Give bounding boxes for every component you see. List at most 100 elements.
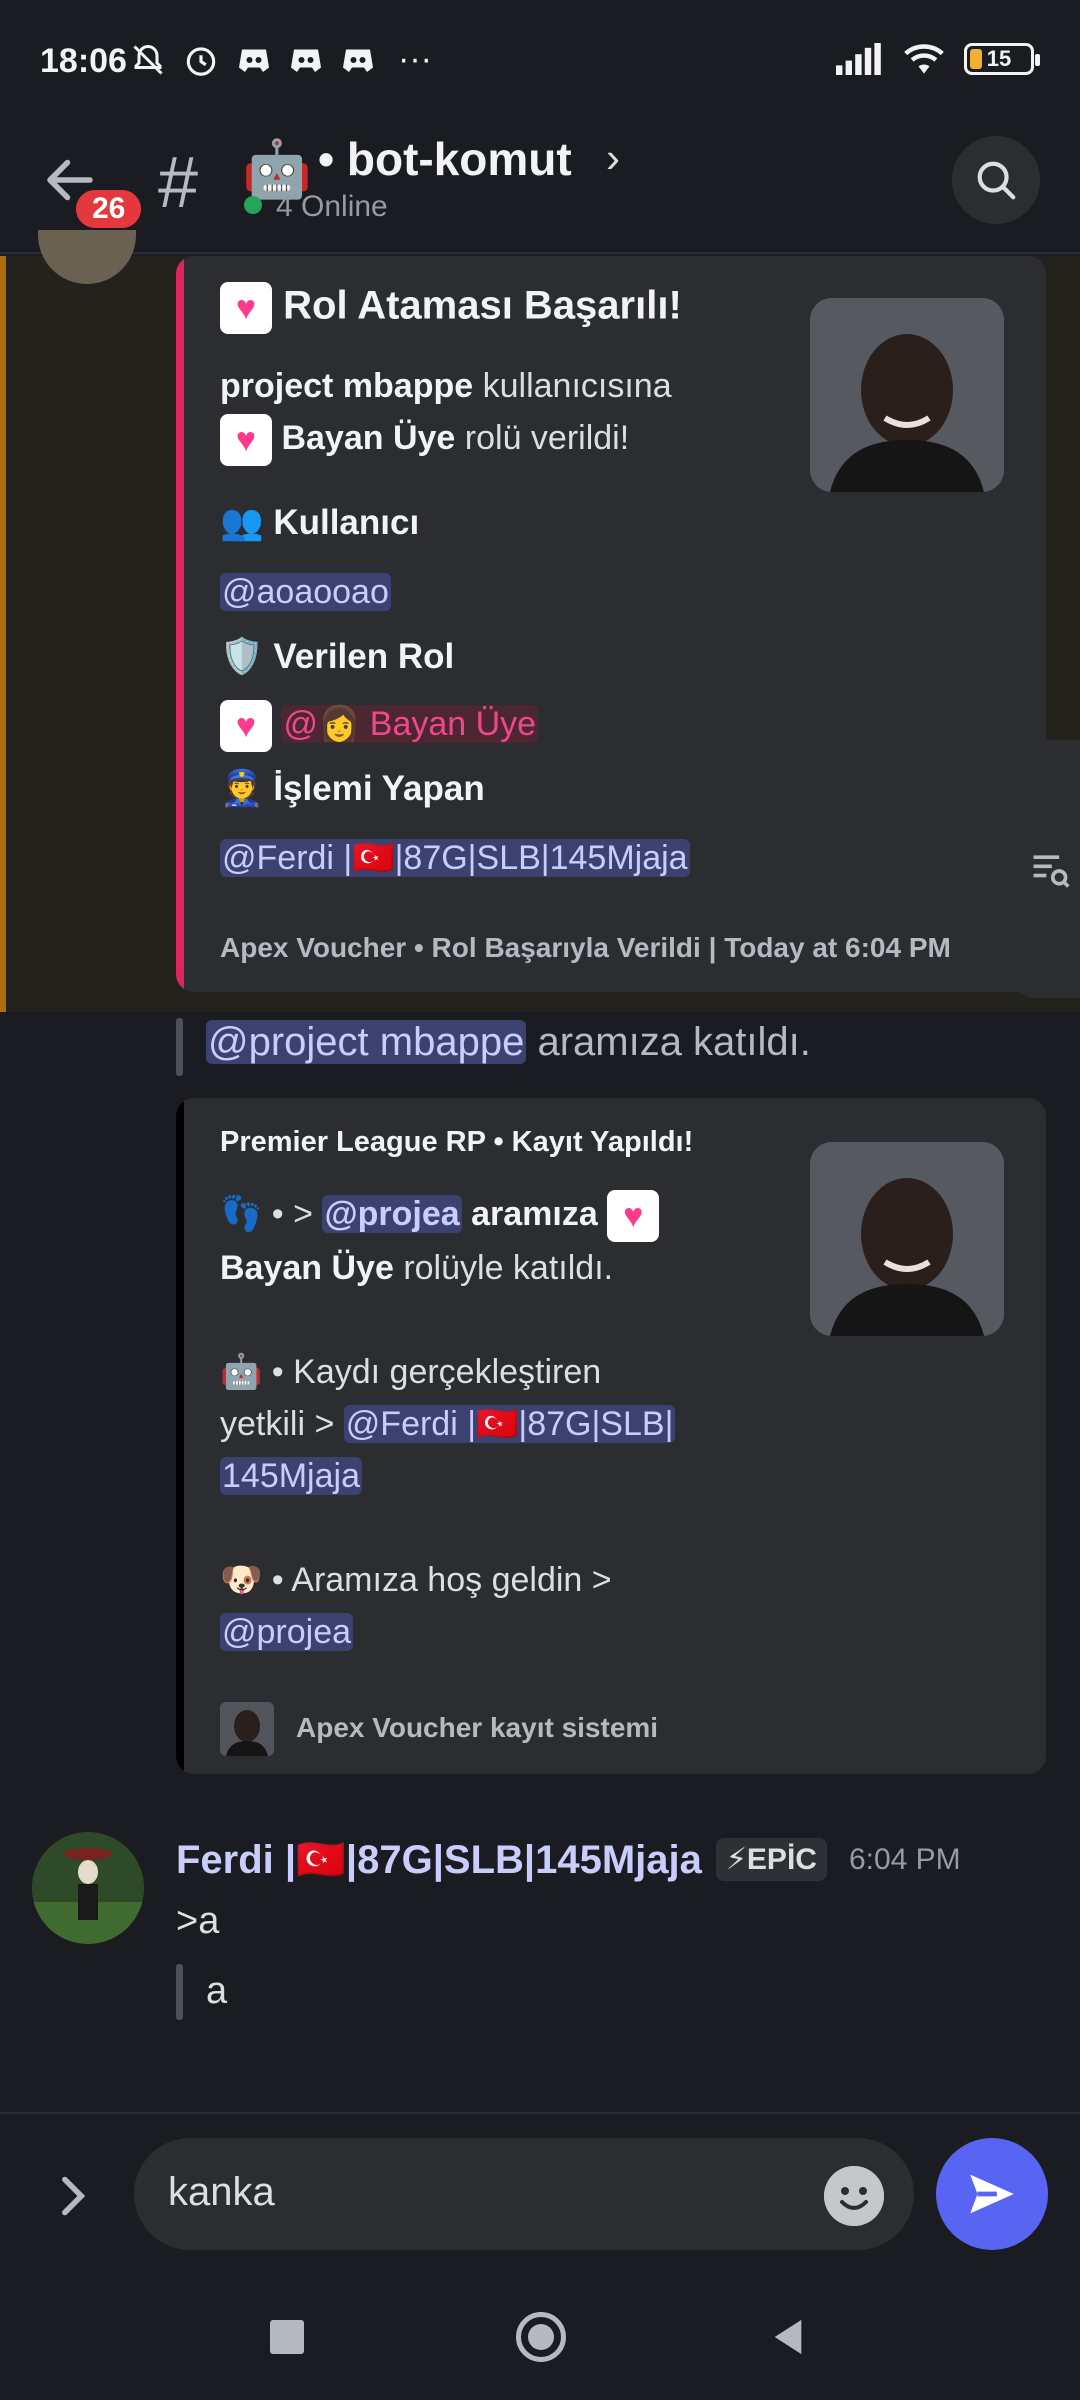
- message-input[interactable]: kanka: [134, 2138, 914, 2250]
- operator-mention[interactable]: @Ferdi |🇹🇷|87G|SLB|145Mjaja: [220, 839, 690, 877]
- search-icon: [977, 161, 1016, 200]
- field-user-label: 👥 Kullanıcı: [220, 502, 419, 543]
- recents-button[interactable]: [270, 2320, 304, 2354]
- send-icon: [970, 2174, 1014, 2214]
- registrar-label: yetkili >: [220, 1405, 335, 1443]
- user-mention[interactable]: @aoaooao: [220, 573, 391, 611]
- role-mention-at: @: [283, 705, 318, 743]
- embed-thumbnail[interactable]: [810, 1142, 1004, 1336]
- battery-icon: 15: [964, 43, 1040, 75]
- registration-line1: 👣 • > @projea aramıza: [220, 1188, 660, 1243]
- message-header: Ferdi |🇹🇷|87G|SLB|145Mjaja ⚡EPİC 6:04 PM: [176, 1836, 961, 1883]
- signal-icon: [836, 43, 881, 75]
- bot-emoji-icon: 🤖: [220, 1353, 263, 1391]
- composer: kanka: [0, 2112, 1080, 2272]
- message-timestamp: 6:04 PM: [848, 1842, 961, 1876]
- chevron-right-icon[interactable]: ›: [606, 134, 620, 182]
- triangle-back-icon: [774, 2319, 802, 2355]
- pet-emoji-icon: 🐶: [220, 1561, 263, 1599]
- field-operator-name: İşlemi Yapan: [273, 769, 485, 808]
- unread-badge: 26: [72, 186, 146, 232]
- portrait-image-icon: [810, 298, 1004, 492]
- author-avatar[interactable]: [32, 1832, 144, 1944]
- hash-icon: #: [158, 143, 199, 223]
- registration-line3: 🤖 • Kaydı gerçekleştiren: [220, 1346, 601, 1398]
- list-search-icon: [1033, 855, 1070, 888]
- embed-thumbnail[interactable]: [810, 298, 1004, 492]
- back-nav-button[interactable]: [770, 2318, 806, 2361]
- embed-description: project mbappe kullanıcısına: [220, 360, 672, 412]
- heart-icon: [220, 414, 272, 467]
- search-button[interactable]: [952, 136, 1040, 224]
- registrar-mention[interactable]: @Ferdi |🇹🇷|87G|SLB|: [343, 1405, 676, 1443]
- discord-icon: [291, 49, 321, 72]
- registration-line2: Bayan Üye rolüyle katıldı.: [220, 1242, 613, 1294]
- discord-icon: [239, 49, 269, 72]
- avatar-image-icon: [32, 1832, 144, 1944]
- embed-footer: Apex Voucher kayıt sistemi: [296, 1712, 659, 1743]
- home-inner-icon: [528, 2324, 554, 2350]
- join-text: aramıza katıldı.: [537, 1020, 811, 1064]
- status-notification-icons: ···: [130, 40, 432, 79]
- embed-border: [176, 1098, 184, 1774]
- embed-registration: Premier League RP • Kayıt Yapıldı! 👣 • >…: [176, 1098, 1046, 1774]
- joined-user-mention[interactable]: @project mbappe: [206, 1020, 527, 1064]
- alarm-icon: [186, 46, 216, 76]
- status-system-icons: 15: [836, 42, 1040, 76]
- expand-actions-button[interactable]: [56, 2174, 92, 2230]
- registration-rest: rolüyle katıldı.: [403, 1249, 614, 1287]
- online-count: 4 Online: [276, 190, 388, 223]
- description-line1: kullanıcısına: [482, 367, 672, 405]
- emoji-button[interactable]: [824, 2166, 884, 2226]
- role-mention-text: Bayan Üye: [369, 705, 537, 743]
- registration-line7: @projea: [220, 1606, 354, 1658]
- heart-icon: [220, 700, 272, 753]
- welcome-text: • Aramıza hoş geldin >: [271, 1561, 612, 1599]
- chevron-right-icon: [62, 2176, 86, 2216]
- welcome-mention[interactable]: @projea: [220, 1613, 354, 1651]
- wifi-icon: [904, 44, 944, 74]
- field-user-value: @aoaooao: [220, 566, 391, 618]
- home-button[interactable]: [516, 2312, 566, 2362]
- embed-description-2: Bayan Üye rolü verildi!: [220, 412, 630, 467]
- heart-icon: [220, 282, 272, 334]
- send-button[interactable]: [936, 2138, 1048, 2250]
- embed-title: Premier League RP • Kayıt Yapıldı!: [220, 1126, 694, 1158]
- description-line2: rolü verildi!: [464, 419, 630, 457]
- portrait-image-icon: [810, 1142, 1004, 1336]
- footprints-icon: 👣: [220, 1195, 263, 1233]
- registration-line4: yetkili > @Ferdi |🇹🇷|87G|SLB|: [220, 1398, 676, 1450]
- more-notifications: ···: [398, 40, 432, 78]
- target-user: project mbappe: [220, 367, 474, 405]
- message-input-value: kanka: [168, 2170, 275, 2214]
- bell-off-icon: [133, 44, 163, 75]
- new-user-mention[interactable]: @projea: [322, 1195, 462, 1233]
- member-list-tab[interactable]: [1012, 740, 1080, 998]
- field-role-value: @👩 Bayan Üye: [220, 698, 539, 753]
- footer-avatar: [220, 1702, 274, 1756]
- woman-icon: 👩: [317, 705, 361, 743]
- heart-icon: [607, 1190, 660, 1243]
- arrow-text: • >: [271, 1195, 314, 1233]
- embed-border: [176, 256, 184, 992]
- embed-title-text: Rol Ataması Başarılı!: [283, 283, 682, 328]
- role-tag: ⚡EPİC: [715, 1838, 827, 1881]
- highlight-bar: [0, 256, 6, 1012]
- discord-icon: [343, 49, 373, 72]
- registrar-text: • Kaydı gerçekleştiren: [271, 1353, 602, 1391]
- status-bar: 18:06 ··· 15: [0, 0, 1080, 128]
- role-mention[interactable]: @👩 Bayan Üye: [281, 705, 539, 743]
- registrar-mention-cont[interactable]: 145Mjaja: [220, 1457, 362, 1495]
- join-message: @project mbappe aramıza katıldı.: [206, 1020, 811, 1065]
- shield-icon: 🛡️: [220, 637, 264, 676]
- embed-title: Rol Ataması Başarılı!: [220, 282, 682, 334]
- channel-name[interactable]: • bot-komut: [318, 132, 572, 186]
- message-quote: a: [206, 1970, 228, 2012]
- message-line1: >a: [176, 1900, 220, 1942]
- author-name[interactable]: Ferdi |🇹🇷|87G|SLB|145Mjaja: [176, 1836, 702, 1883]
- field-user-name: Kullanıcı: [273, 503, 420, 542]
- embed-role-assigned: Rol Ataması Başarılı! project mbappe kul…: [176, 256, 1046, 992]
- portrait-image-icon: [220, 1702, 274, 1756]
- field-role-name: Verilen Rol: [273, 637, 455, 676]
- field-role-label: 🛡️ Verilen Rol: [220, 636, 454, 677]
